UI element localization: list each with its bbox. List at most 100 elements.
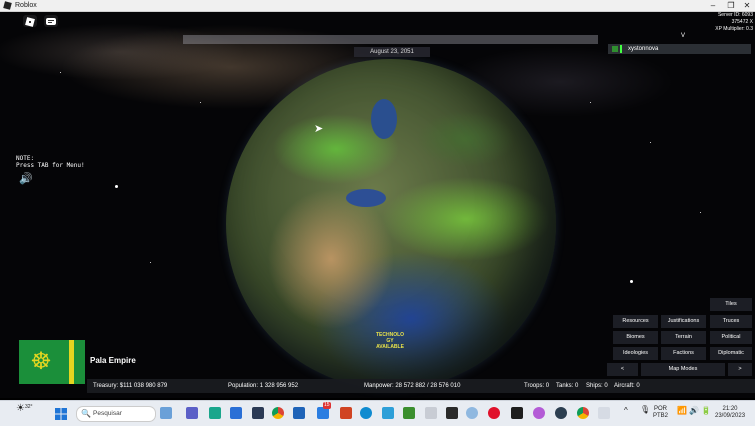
taskbar-search-input[interactable]: 🔍 Pesquisar <box>76 406 156 422</box>
windows-taskbar: ☀ 32° 🔍 Pesquisar 15 ^ 🎙 POR PTB2 📶 🔊 🔋 … <box>0 400 755 426</box>
mouse-cursor-icon: ➤ <box>314 123 324 135</box>
windows-start-icon[interactable] <box>55 407 67 420</box>
clock-date: 23/09/2023 <box>715 413 746 419</box>
resources-button[interactable]: Resources <box>613 315 658 328</box>
factions-button[interactable]: Factions <box>661 347 706 360</box>
language-indicator[interactable]: POR PTB2 <box>653 406 668 420</box>
star <box>200 102 201 103</box>
wifi-icon[interactable]: 📶 <box>677 407 687 415</box>
app-icon[interactable] <box>230 407 242 419</box>
chrome-icon[interactable] <box>272 407 284 419</box>
battery-icon[interactable]: 🔋 <box>701 407 711 415</box>
treasury-stat: Treasury: $111 038 980 879 <box>93 383 168 389</box>
diplomatic-button[interactable]: Diplomatic <box>710 347 752 360</box>
volume-icon[interactable]: 🔊 <box>689 407 699 415</box>
app-blue-icon[interactable] <box>382 407 394 419</box>
microphone-icon[interactable]: 🎙 <box>640 406 650 414</box>
minecraft-icon[interactable] <box>403 407 415 419</box>
opera-icon[interactable] <box>488 407 500 419</box>
speaker-icon[interactable]: 🔊 <box>19 172 33 185</box>
map-modes-prev-button[interactable]: < <box>607 363 638 376</box>
note-title: NOTE: <box>16 155 35 162</box>
truces-button[interactable]: Truces <box>710 315 752 328</box>
country-flag[interactable]: ☸ <box>19 340 85 384</box>
server-id: Server ID: 6093 <box>717 12 753 18</box>
search-placeholder: Pesquisar <box>93 410 122 417</box>
window-titlebar: Roblox – ❐ ✕ <box>0 0 755 12</box>
star <box>700 212 701 213</box>
notification-badge: 15 <box>323 402 331 409</box>
teams-icon[interactable] <box>186 407 198 419</box>
population-stat: Population: 1 328 956 952 <box>228 383 299 389</box>
app-round-icon[interactable] <box>466 407 478 419</box>
stats-bar: Treasury: $111 038 980 879 Population: 1… <box>87 379 755 393</box>
window-title: Roblox <box>15 2 37 9</box>
political-button[interactable]: Political <box>710 331 752 344</box>
minimize-button[interactable]: – <box>705 0 721 11</box>
map-modes-label: Map Modes <box>641 363 725 376</box>
expand-chevron[interactable]: V <box>681 33 685 39</box>
chevron-up-icon[interactable]: ^ <box>624 407 628 415</box>
clock[interactable]: 21:20 23/09/2023 <box>715 406 745 420</box>
epic-games-icon[interactable] <box>446 407 458 419</box>
tanks-stat: Tanks: 0 <box>556 383 579 389</box>
map-modes-next-button[interactable]: > <box>728 363 752 376</box>
roblox-logo-icon <box>3 1 12 10</box>
note-text: Press TAB for Menu! <box>16 162 85 169</box>
app-purple-icon[interactable] <box>533 407 545 419</box>
weather-icon[interactable]: ☀ <box>16 404 25 414</box>
roblox-taskbar-icon[interactable] <box>598 407 610 419</box>
star <box>115 185 118 188</box>
dharma-wheel-icon: ☸ <box>30 348 52 375</box>
flag-stripe-green <box>74 340 85 384</box>
language-line2: PTB2 <box>653 413 669 419</box>
clock-time: 21:20 <box>722 406 738 412</box>
server-id-2: 375472 X <box>731 19 753 25</box>
xp-multiplier: XP Multiplier: 0.3 <box>715 26 753 32</box>
app-dark-icon[interactable] <box>555 407 567 419</box>
close-button[interactable]: ✕ <box>739 0 755 11</box>
aircraft-stat: Aircraft: 0 <box>614 383 640 389</box>
roblox-menu-button[interactable] <box>23 15 37 27</box>
language-line1: POR <box>654 406 668 412</box>
server-info: Server ID: 6093 375472 X XP Multiplier: … <box>715 12 753 33</box>
game-date: August 23, 2051 <box>354 47 430 57</box>
caspian-sea <box>371 99 397 139</box>
game-viewport[interactable]: V August 23, 2051 Server ID: 6093 375472… <box>0 12 755 398</box>
terrain-button[interactable]: Terrain <box>661 331 706 344</box>
menu-note: NOTE: Press TAB for Menu! <box>16 155 85 169</box>
weather-temp: 32° <box>25 404 33 410</box>
manpower-stat: Manpower: 28 572 882 / 28 576 010 <box>364 383 461 389</box>
powerpoint-icon[interactable] <box>340 407 352 419</box>
tiles-button[interactable]: Tiles <box>710 298 752 311</box>
app-l-icon[interactable] <box>209 407 221 419</box>
edge-icon[interactable] <box>360 407 372 419</box>
app-grey-icon[interactable] <box>425 407 437 419</box>
player-name: xystonnova <box>628 46 659 52</box>
country-name: Pala Empire <box>90 356 136 365</box>
biomes-button[interactable]: Biomes <box>613 331 658 344</box>
player-status-bar <box>620 45 622 53</box>
files-app-icon[interactable] <box>160 407 172 419</box>
ideologies-button[interactable]: Ideologies <box>613 347 658 360</box>
star <box>590 102 591 103</box>
star <box>60 72 61 73</box>
star <box>150 262 151 263</box>
store-icon[interactable] <box>293 407 305 419</box>
player-country-icon <box>612 46 618 52</box>
steam-icon[interactable] <box>252 407 264 419</box>
troops-stat: Troops: 0 <box>524 383 550 389</box>
player-list-entry[interactable]: xystonnova <box>608 44 751 54</box>
technology-available-label[interactable]: TECHNOLO GY AVAILABLE <box>375 332 405 350</box>
capcut-icon[interactable] <box>511 407 523 419</box>
maximize-button[interactable]: ❐ <box>723 0 739 11</box>
justifications-button[interactable]: Justifications <box>661 315 706 328</box>
search-icon: 🔍 <box>81 409 91 418</box>
chrome-profile-icon[interactable] <box>577 407 589 419</box>
top-progress-bar <box>183 35 598 44</box>
star <box>650 142 651 143</box>
chat-button[interactable] <box>44 15 58 27</box>
star <box>630 280 633 283</box>
persian-gulf <box>346 189 386 207</box>
ships-stat: Ships: 0 <box>586 383 608 389</box>
